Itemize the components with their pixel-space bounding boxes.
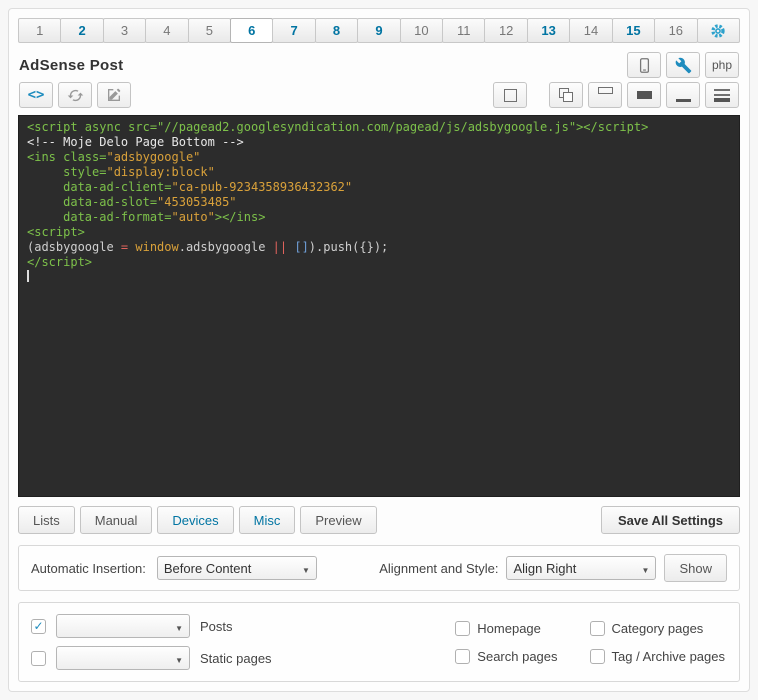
- tag-archive-pages-checkbox[interactable]: [590, 649, 605, 664]
- save-all-settings-button[interactable]: Save All Settings: [601, 506, 740, 534]
- code-line: <!-- Moje Delo Page Bottom -->: [27, 135, 731, 150]
- mobile-preview-button[interactable]: [627, 52, 661, 78]
- square-icon: [504, 89, 517, 102]
- tab-3[interactable]: 3: [103, 18, 146, 43]
- tab-gear[interactable]: [697, 18, 740, 43]
- code-view-button[interactable]: <>: [19, 82, 53, 108]
- code-line: data-ad-slot="453053485": [27, 195, 731, 210]
- posts-select[interactable]: [56, 614, 190, 638]
- code-line: data-ad-client="ca-pub-9234358936432362": [27, 180, 731, 195]
- option-label: Tag / Archive pages: [612, 649, 725, 664]
- page-type-label: Posts: [200, 619, 233, 634]
- category-pages-checkbox[interactable]: [590, 621, 605, 636]
- alignment-style-label: Alignment and Style:: [379, 561, 498, 576]
- refresh-button[interactable]: [58, 82, 92, 108]
- lines-icon: [714, 89, 730, 102]
- homepage-checkbox[interactable]: [455, 621, 470, 636]
- insertion-box: Automatic Insertion: Before Content Alig…: [18, 545, 740, 591]
- code-line: <script>: [27, 225, 731, 240]
- tab-12[interactable]: 12: [484, 18, 527, 43]
- ad-inserter-panel: 12345678910111213141516 AdSense Post php: [8, 8, 750, 692]
- editor-section-buttons: ListsManualDevicesMiscPreview: [18, 506, 377, 534]
- automatic-insertion-label: Automatic Insertion:: [31, 561, 146, 576]
- category-pages-option[interactable]: Category pages: [590, 621, 725, 636]
- chevron-down-icon: [642, 561, 650, 576]
- tab-9[interactable]: 9: [357, 18, 400, 43]
- tab-10[interactable]: 10: [400, 18, 443, 43]
- page-type-rows: Posts Static pages: [31, 614, 272, 670]
- filled-bar-icon: [637, 91, 652, 99]
- code-line: data-ad-format="auto"></ins>: [27, 210, 731, 225]
- posts-checkbox[interactable]: [31, 619, 46, 634]
- chevron-down-icon: [175, 651, 183, 666]
- code-editor[interactable]: <script async src="//pagead2.googlesyndi…: [18, 115, 740, 497]
- page-type-label: Static pages: [200, 651, 272, 666]
- tab-11[interactable]: 11: [442, 18, 485, 43]
- align-center-button[interactable]: [627, 82, 661, 108]
- tab-5[interactable]: 5: [188, 18, 231, 43]
- manual-button[interactable]: Manual: [80, 506, 153, 534]
- tab-6[interactable]: 6: [230, 18, 273, 43]
- text-cursor: [27, 270, 29, 282]
- block-header: AdSense Post php: [19, 52, 739, 78]
- tab-bar: 12345678910111213141516: [18, 18, 740, 43]
- gear-icon: [710, 23, 726, 39]
- option-label: Homepage: [477, 621, 541, 636]
- static-pages-select[interactable]: [56, 646, 190, 670]
- align-bottom-button[interactable]: [666, 82, 700, 108]
- alignment-select[interactable]: Align Right: [506, 556, 656, 580]
- tab-15[interactable]: 15: [612, 18, 655, 43]
- devices-button[interactable]: Devices: [157, 506, 233, 534]
- automatic-insertion-select[interactable]: Before Content: [157, 556, 317, 580]
- option-label: Category pages: [612, 621, 704, 636]
- bottom-line-icon: [676, 99, 691, 102]
- edit-button[interactable]: [97, 82, 131, 108]
- phone-icon: [636, 57, 653, 74]
- code-icon: <>: [28, 87, 45, 103]
- tab-7[interactable]: 7: [272, 18, 315, 43]
- code-line: (adsbygoogle = window.adsbygoogle || [])…: [27, 240, 731, 255]
- code-line: </script>: [27, 255, 731, 270]
- overlap-squares-icon: [559, 88, 574, 102]
- option-label: Search pages: [477, 649, 557, 664]
- tab-8[interactable]: 8: [315, 18, 358, 43]
- editor-section: ListsManualDevicesMiscPreview Save All S…: [18, 506, 740, 534]
- show-button[interactable]: Show: [664, 554, 727, 582]
- page-type-row: Posts: [31, 614, 272, 638]
- tag-archive-pages-option[interactable]: Tag / Archive pages: [590, 649, 725, 664]
- page-types-box: Posts Static pages Homepage Category pages…: [18, 602, 740, 682]
- code-line: <script async src="//pagead2.googlesyndi…: [27, 120, 731, 135]
- static-pages-checkbox[interactable]: [31, 651, 46, 666]
- tab-1[interactable]: 1: [18, 18, 61, 43]
- php-button[interactable]: php: [705, 52, 739, 78]
- custom-style-button[interactable]: [705, 82, 739, 108]
- homepage-option[interactable]: Homepage: [455, 621, 557, 636]
- tab-13[interactable]: 13: [527, 18, 570, 43]
- search-pages-checkbox[interactable]: [455, 649, 470, 664]
- tab-14[interactable]: 14: [569, 18, 612, 43]
- top-bar-icon: [598, 87, 613, 94]
- page-type-row: Static pages: [31, 646, 272, 670]
- refresh-icon: [67, 87, 84, 104]
- search-pages-option[interactable]: Search pages: [455, 649, 557, 664]
- tab-4[interactable]: 4: [145, 18, 188, 43]
- wrench-icon: [675, 57, 692, 74]
- block-title: AdSense Post: [19, 57, 123, 74]
- page-checkboxes: Homepage Category pages Search pages Tag / …: [455, 621, 725, 664]
- align-top-button[interactable]: [588, 82, 622, 108]
- style-default-button[interactable]: [493, 82, 527, 108]
- code-line: style="display:block": [27, 165, 731, 180]
- tab-16[interactable]: 16: [654, 18, 697, 43]
- edit-icon: [106, 87, 122, 103]
- tools-button[interactable]: [666, 52, 700, 78]
- lists-button[interactable]: Lists: [18, 506, 75, 534]
- preview-button[interactable]: Preview: [300, 506, 376, 534]
- style-wrap-button[interactable]: [549, 82, 583, 108]
- editor-toolbar: <>: [19, 82, 739, 108]
- code-line: <ins class="adsbygoogle": [27, 150, 731, 165]
- chevron-down-icon: [302, 561, 310, 576]
- tab-2[interactable]: 2: [60, 18, 103, 43]
- chevron-down-icon: [175, 619, 183, 634]
- misc-button[interactable]: Misc: [239, 506, 296, 534]
